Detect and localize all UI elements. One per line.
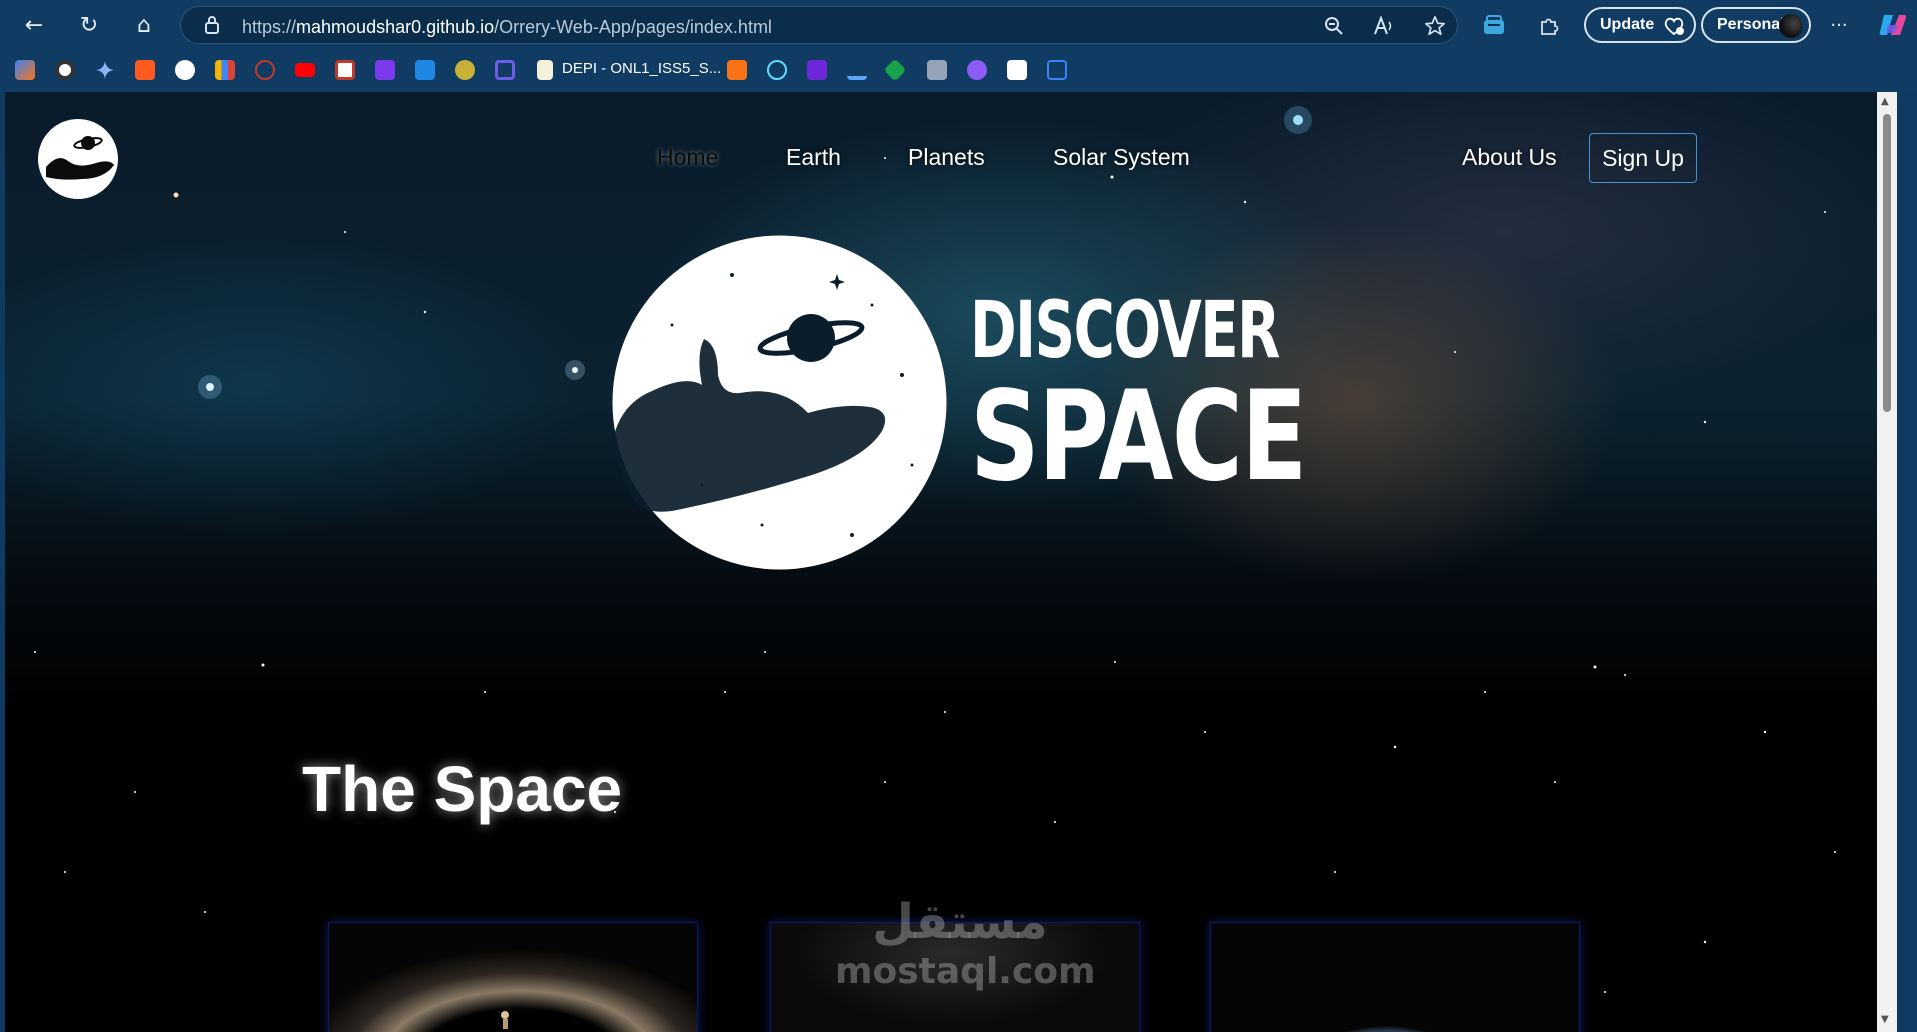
bootstrap-bookmark-icon[interactable] — [375, 60, 395, 80]
bookmarks-bar: DEPI - ONL1_ISS5_S... — [0, 50, 1917, 90]
profile-label: Personal — [1717, 16, 1785, 33]
url-prefix: https:// — [242, 17, 297, 37]
netflix-bookmark-icon[interactable] — [335, 60, 355, 80]
e-bookmark-icon[interactable] — [415, 60, 435, 80]
soundcloud-bookmark-icon[interactable] — [135, 60, 155, 80]
bolt-bookmark-icon[interactable] — [807, 60, 827, 80]
hero-line-discover: DISCOVER — [970, 286, 1280, 376]
site-bookmark-icon[interactable] — [1007, 60, 1027, 80]
lock-icon — [203, 15, 223, 35]
h-bookmark-icon[interactable] — [495, 60, 515, 80]
url-text[interactable]: https://mahmoudshar0.github.io/Orrery-We… — [242, 17, 772, 38]
browser-chrome: ← ↻ ⌂ https://mahmoudshar0.github.io/Orr… — [0, 0, 1917, 92]
nav-earth[interactable]: Earth — [786, 144, 841, 171]
scroll-down-arrow-icon[interactable]: ▼ — [1881, 1014, 1893, 1025]
browser-toolbar: ← ↻ ⌂ https://mahmoudshar0.github.io/Orr… — [0, 0, 1917, 50]
watermark-latin: mostaql.com — [835, 951, 1096, 992]
chatgpt-bookmark-icon[interactable] — [55, 60, 75, 80]
scrollbar-thumb[interactable] — [1883, 114, 1891, 412]
m365-bookmark-icon[interactable] — [15, 60, 35, 80]
mostaql-watermark: مستقل mostaql.com — [835, 892, 1096, 1012]
vscode-bookmark-icon[interactable] — [1047, 60, 1067, 80]
profile-avatar — [1779, 14, 1803, 38]
more-options-icon[interactable]: ··· — [1823, 9, 1855, 41]
zoom-out-icon[interactable] — [1321, 13, 1347, 39]
collections-icon[interactable] — [1481, 12, 1507, 38]
nav-logo[interactable] — [38, 119, 118, 199]
react-bookmark-icon[interactable] — [767, 60, 787, 80]
shield-bookmark-icon[interactable] — [967, 60, 987, 80]
sign-up-button[interactable]: Sign Up — [1589, 133, 1697, 183]
vertical-scrollbar[interactable]: ▲ ▼ — [1877, 92, 1897, 1032]
page-viewport: Home Earth Planets Solar System About Us… — [5, 92, 1897, 1032]
wave-bookmark-icon[interactable] — [847, 60, 867, 80]
analytics-bookmark-icon[interactable] — [215, 60, 235, 80]
section-title: The Space — [302, 753, 623, 825]
hero-line-space: SPACE — [970, 365, 1307, 509]
astronaut-icon — [501, 1011, 509, 1029]
space-card-galaxy[interactable] — [328, 922, 698, 1032]
url-path: /Orrery-Web-App/pages/index.html — [494, 17, 772, 37]
youtube-bookmark-icon[interactable] — [295, 63, 315, 77]
emblem-bookmark-icon[interactable] — [455, 60, 475, 80]
update-label: Update — [1600, 16, 1655, 33]
starfield — [34, 106, 1836, 993]
nav-planets[interactable]: Planets — [908, 144, 985, 171]
back-icon[interactable]: ← — [18, 9, 50, 41]
watermark-arabic: مستقل — [872, 894, 1048, 950]
discover-space-logo — [612, 235, 947, 570]
depi-bookmark-label[interactable]: DEPI - ONL1_ISS5_S... — [562, 60, 721, 77]
heart-update-icon — [1662, 14, 1686, 38]
github-bookmark-icon[interactable] — [175, 60, 195, 80]
hero-heading: DISCOVER SPACE — [970, 289, 1400, 499]
address-bar[interactable]: https://mahmoudshar0.github.io/Orrery-We… — [180, 6, 1458, 44]
read-aloud-icon[interactable] — [1371, 13, 1397, 39]
node-bookmark-icon[interactable] — [883, 58, 907, 82]
nav-home[interactable]: Home — [657, 144, 718, 171]
scroll-up-arrow-icon[interactable]: ▲ — [1881, 96, 1893, 107]
profile-button[interactable]: Personal — [1701, 7, 1811, 43]
home-icon[interactable]: ⌂ — [128, 9, 160, 41]
extensions-icon[interactable] — [1536, 12, 1562, 38]
nav-solar-system[interactable]: Solar System — [1053, 144, 1190, 171]
update-button[interactable]: Update — [1584, 7, 1696, 43]
photos-bookmark-icon[interactable] — [927, 60, 947, 80]
lightning-bookmark-icon[interactable] — [727, 60, 747, 80]
doc-bookmark-icon[interactable] — [537, 60, 553, 80]
url-host: mahmoudshar0.github.io — [296, 17, 495, 37]
space-card-earth[interactable] — [1210, 922, 1580, 1032]
nav-about-us[interactable]: About Us — [1462, 144, 1557, 171]
cloud-bookmark-icon[interactable] — [255, 60, 275, 80]
gemini-bookmark-icon[interactable] — [95, 60, 115, 80]
refresh-icon[interactable]: ↻ — [73, 9, 105, 41]
favorite-star-icon[interactable] — [1422, 13, 1448, 39]
copilot-icon[interactable] — [1876, 9, 1908, 41]
